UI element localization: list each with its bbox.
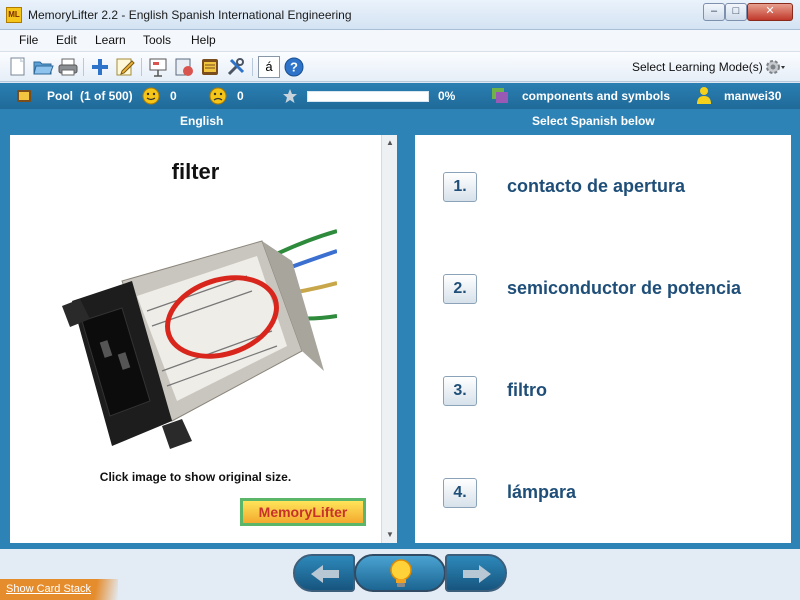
answer-header: Select Spanish below bbox=[532, 114, 655, 128]
print-icon[interactable] bbox=[57, 56, 79, 78]
answer-text[interactable]: semiconductor de potencia bbox=[507, 278, 741, 299]
window-title: MemoryLifter 2.2 - English Spanish Inter… bbox=[28, 8, 352, 22]
answer-text[interactable]: lámpara bbox=[507, 482, 576, 503]
user-icon bbox=[697, 87, 711, 104]
question-scrollbar[interactable]: ▲ ▼ bbox=[381, 135, 397, 543]
toolbar-separator bbox=[252, 58, 253, 76]
user-name[interactable]: manwei30 bbox=[724, 89, 781, 103]
tools-icon[interactable] bbox=[225, 56, 247, 78]
close-button[interactable]: ✕ bbox=[747, 3, 793, 21]
arrow-left-icon bbox=[311, 565, 339, 583]
menu-help[interactable]: Help bbox=[191, 33, 216, 47]
wrong-count: 0 bbox=[237, 89, 244, 103]
progress-bar bbox=[307, 91, 429, 102]
card-image[interactable] bbox=[62, 221, 337, 453]
add-card-icon[interactable] bbox=[89, 56, 111, 78]
answer-number-button[interactable]: 1. bbox=[443, 172, 477, 202]
svg-text:?: ? bbox=[290, 60, 298, 75]
answer-panel: 1. contacto de apertura 2. semiconductor… bbox=[415, 135, 791, 543]
hint-button[interactable] bbox=[354, 554, 446, 592]
memorylifter-logo: MemoryLifter bbox=[240, 498, 366, 526]
question-header: English bbox=[180, 114, 224, 128]
toolbar: á ? Select Learning Mode(s) bbox=[0, 52, 800, 82]
menu-bar: File Edit Learn Tools Help bbox=[0, 30, 800, 52]
question-word: filter bbox=[171, 159, 220, 184]
open-folder-icon[interactable] bbox=[32, 56, 54, 78]
show-card-stack-link[interactable]: Show Card Stack bbox=[0, 579, 118, 600]
answer-number-button[interactable]: 2. bbox=[443, 274, 477, 304]
notes-icon[interactable] bbox=[199, 56, 221, 78]
answer-text[interactable]: contacto de apertura bbox=[507, 176, 685, 197]
answer-number-button[interactable]: 3. bbox=[443, 376, 477, 406]
minimize-button[interactable]: – bbox=[703, 3, 725, 21]
help-icon[interactable]: ? bbox=[283, 56, 305, 78]
question-panel: filter Click image to show original size… bbox=[10, 135, 397, 543]
next-button[interactable] bbox=[445, 554, 507, 592]
image-caption: Click image to show original size. bbox=[99, 470, 292, 484]
pool-label[interactable]: Pool bbox=[47, 89, 73, 103]
answer-option[interactable]: 3. filtro bbox=[443, 376, 783, 408]
edit-cards-icon[interactable] bbox=[114, 56, 136, 78]
progress-text: 0% bbox=[438, 89, 456, 103]
answer-option[interactable]: 2. semiconductor de potencia bbox=[443, 274, 783, 306]
menu-learn[interactable]: Learn bbox=[95, 33, 126, 47]
answer-text[interactable]: filtro bbox=[507, 380, 547, 401]
answer-option[interactable]: 4. lámpara bbox=[443, 478, 783, 510]
learning-mode-label[interactable]: Select Learning Mode(s) bbox=[632, 60, 763, 74]
scroll-down-arrow-icon[interactable]: ▼ bbox=[384, 530, 396, 540]
title-bar: ML MemoryLifter 2.2 - English Spanish In… bbox=[0, 0, 800, 30]
card-stats-icon[interactable] bbox=[173, 56, 195, 78]
toolbar-separator bbox=[83, 58, 84, 76]
lightbulb-icon bbox=[390, 559, 412, 587]
happy-face-icon bbox=[142, 87, 160, 105]
presentation-icon[interactable] bbox=[147, 56, 169, 78]
menu-file[interactable]: File bbox=[19, 33, 38, 47]
toolbar-separator bbox=[141, 58, 142, 76]
bottom-bar: Show Card Stack bbox=[0, 549, 800, 600]
previous-button[interactable] bbox=[293, 554, 355, 592]
answer-number-button[interactable]: 4. bbox=[443, 478, 477, 508]
arrow-right-icon bbox=[463, 565, 491, 583]
star-icon bbox=[283, 89, 297, 103]
learning-mode-gear-icon[interactable] bbox=[764, 57, 786, 77]
app-icon: ML bbox=[6, 7, 22, 23]
main-area: English Select Spanish below filter Clic… bbox=[0, 109, 800, 549]
answer-option[interactable]: 1. contacto de apertura bbox=[443, 172, 783, 204]
pool-count: (1 of 500) bbox=[80, 89, 133, 103]
scroll-up-arrow-icon[interactable]: ▲ bbox=[384, 138, 396, 148]
chapter-name[interactable]: components and symbols bbox=[522, 89, 670, 103]
pool-box-icon bbox=[17, 90, 31, 102]
new-file-icon[interactable] bbox=[7, 56, 29, 78]
right-count: 0 bbox=[170, 89, 177, 103]
menu-edit[interactable]: Edit bbox=[56, 33, 77, 47]
status-bar: Pool (1 of 500) 0 0 0% components and sy… bbox=[0, 83, 800, 109]
chapter-icon bbox=[492, 88, 508, 103]
menu-tools[interactable]: Tools bbox=[143, 33, 171, 47]
maximize-button[interactable]: □ bbox=[725, 3, 747, 21]
sad-face-icon bbox=[209, 87, 227, 105]
special-characters-button[interactable]: á bbox=[258, 56, 280, 78]
